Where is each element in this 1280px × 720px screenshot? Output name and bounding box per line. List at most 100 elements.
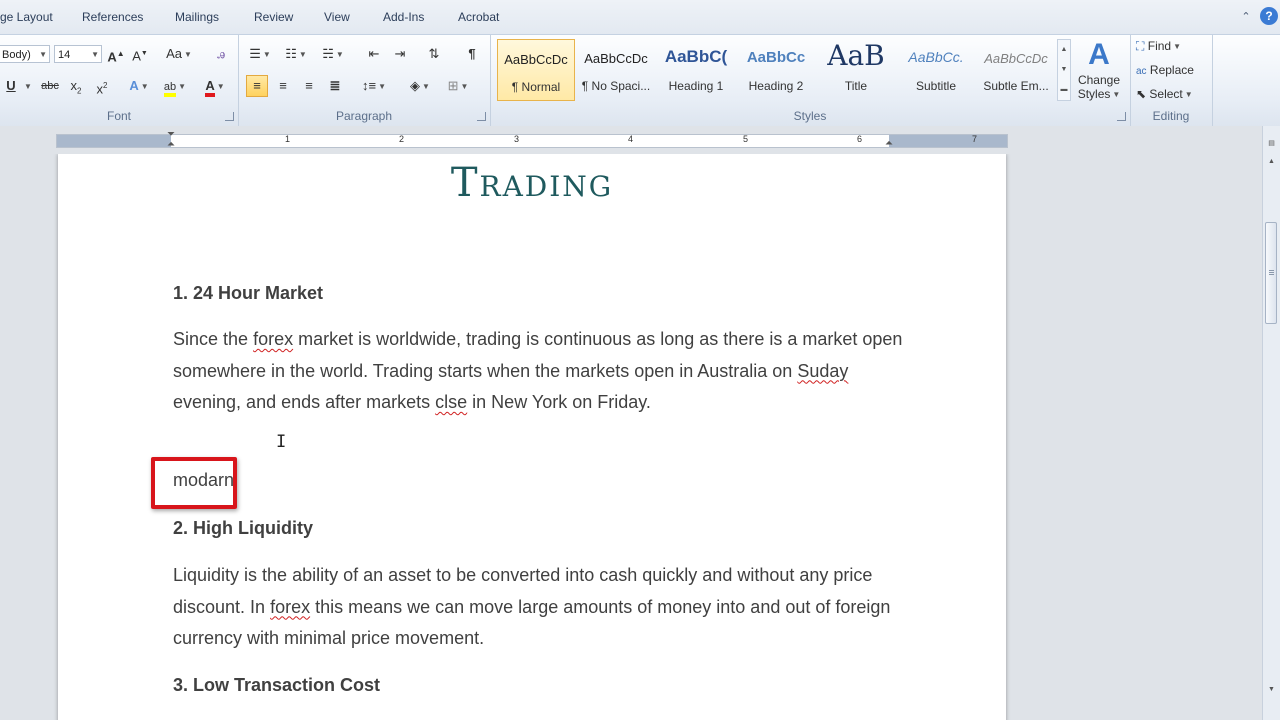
replace-label: Replace <box>1149 63 1194 77</box>
style-sample: AaBbCcDc <box>584 51 648 66</box>
style-subtle-emphasis[interactable]: AaBbCcDc Subtle Em... <box>977 39 1055 101</box>
chevron-down-icon: ▼ <box>39 50 47 59</box>
numbering-icon[interactable]: ☷ ▼ <box>280 43 312 65</box>
font-name-value: Body) <box>2 49 31 61</box>
ribbon-tab-row: ge Layout References Mailings Review Vie… <box>0 0 1280 34</box>
sort-icon[interactable]: ⇅ <box>424 43 444 65</box>
style-normal[interactable]: AaBbCcDc ¶ Normal <box>497 39 575 101</box>
misspelled-word[interactable]: Suday <box>797 361 848 381</box>
editing-group: ⛶ Find ▼ ac Replace ⬉ Select ▼ Editing <box>1130 35 1213 126</box>
change-styles-label-2: Styles <box>1077 87 1111 101</box>
line-spacing-icon[interactable]: ↕≡ ▼ <box>358 75 390 97</box>
font-size-combo[interactable]: 14 ▼ <box>54 45 102 63</box>
editing-group-label: Editing <box>1152 109 1190 123</box>
paragraph-group-label: Paragraph <box>335 109 393 123</box>
style-no-spacing[interactable]: AaBbCcDc ¶ No Spaci... <box>577 39 655 101</box>
right-margin-shade <box>889 135 1007 147</box>
style-name: Subtle Em... <box>983 79 1049 93</box>
paragraph-dialog-launcher-icon[interactable] <box>477 112 486 121</box>
ribbon: Body) ▼ 14 ▼ A▲ A▼ Aa ▼ ꭿ U ▼ abc x2 x2 A ▼ … <box>0 34 1280 127</box>
tab-acrobat[interactable]: Acrobat <box>458 10 499 24</box>
superscript-icon[interactable]: x2 <box>92 75 112 97</box>
chevron-down-icon[interactable]: ▼ <box>22 75 32 97</box>
help-icon[interactable]: ? <box>1260 7 1278 25</box>
ruler-toggle-icon[interactable]: ▤ <box>1264 136 1279 151</box>
tab-review[interactable]: Review <box>254 10 293 24</box>
replace-button[interactable]: ac Replace <box>1136 59 1212 81</box>
paragraph-high-liquidity: Liquidity is the ability of an asset to … <box>173 560 913 655</box>
shading-icon[interactable]: ◈ ▼ <box>404 75 436 97</box>
style-heading-1[interactable]: AaBbC( Heading 1 <box>657 39 735 101</box>
text-effects-icon[interactable]: A ▼ <box>124 75 154 97</box>
highlight-color-icon[interactable]: ab ▼ <box>160 75 190 97</box>
font-group-label: Font <box>106 109 131 123</box>
change-styles-button[interactable]: A Change Styles ▼ <box>1072 37 1126 105</box>
borders-icon[interactable]: ⊞ ▼ <box>442 75 474 97</box>
style-sample: AaBbCcDc <box>984 51 1048 66</box>
style-name: Title <box>844 79 868 93</box>
style-sample: AaB <box>827 39 885 72</box>
underline-icon[interactable]: U <box>4 75 18 97</box>
align-center-icon[interactable]: ≡ <box>272 75 294 97</box>
style-subtitle[interactable]: AaBbCc. Subtitle <box>897 39 975 101</box>
increase-indent-icon[interactable]: ⇥ <box>390 43 410 65</box>
tab-add-ins[interactable]: Add-Ins <box>383 10 424 24</box>
font-color-icon[interactable]: A ▼ <box>198 75 232 97</box>
text-run: Since the <box>173 329 254 349</box>
vertical-scrollbar[interactable]: ▤ ▲ ▼ <box>1262 126 1280 720</box>
hanging-indent-marker[interactable]: ⏶ <box>167 139 175 150</box>
minimize-ribbon-icon[interactable]: ⌃ <box>1238 9 1254 25</box>
horizontal-ruler[interactable]: ⏷ ⏶ ⏶ 1 2 3 4 5 6 7 <box>56 129 1008 150</box>
multilevel-list-icon[interactable]: ☵ ▼ <box>316 43 350 65</box>
document-page[interactable]: Trading 1. 24 Hour Market Since the fore… <box>58 154 1006 720</box>
scrollbar-thumb[interactable] <box>1265 222 1277 324</box>
styles-dialog-launcher-icon[interactable] <box>1117 112 1126 121</box>
change-styles-icon: A <box>1088 38 1110 71</box>
tab-mailings[interactable]: Mailings <box>175 10 219 24</box>
style-heading-2[interactable]: AaBbCc Heading 2 <box>737 39 815 101</box>
font-size-value: 14 <box>58 49 71 61</box>
strikethrough-icon[interactable]: abc <box>38 75 62 97</box>
change-styles-label: Change <box>1077 73 1121 87</box>
chevron-down-icon: ▼ <box>91 50 99 59</box>
style-sample: AaBbCc <box>746 49 806 66</box>
select-button[interactable]: ⬉ Select ▼ <box>1136 83 1212 105</box>
find-label: Find <box>1147 39 1172 53</box>
tab-page-layout[interactable]: ge Layout <box>0 10 53 24</box>
styles-group-label: Styles <box>793 109 827 123</box>
scroll-up-icon[interactable]: ▲ <box>1264 154 1279 169</box>
find-button[interactable]: ⛶ Find ▼ <box>1136 35 1208 57</box>
replace-icon: ac <box>1136 66 1147 77</box>
misspelled-word[interactable]: forex <box>270 597 310 617</box>
ruler-number: 7 <box>972 134 978 144</box>
select-label: Select <box>1149 87 1183 101</box>
show-formatting-marks-icon[interactable]: ¶ <box>462 43 482 65</box>
font-name-combo[interactable]: Body) ▼ <box>0 45 50 63</box>
styles-gallery-scroll[interactable]: ▲ ▼ ▬ <box>1057 39 1071 101</box>
style-title[interactable]: AaB Title <box>817 39 895 101</box>
binoculars-icon: ⛶ <box>1136 39 1145 53</box>
align-right-icon[interactable]: ≡ <box>298 75 320 97</box>
align-left-icon[interactable]: ≡ <box>246 75 268 97</box>
justify-icon[interactable]: ≣ <box>324 75 346 97</box>
highlighted-word[interactable]: modarn <box>173 470 234 491</box>
bullets-icon[interactable]: ☰ ▼ <box>246 43 274 65</box>
style-sample: AaBbCc. <box>908 49 964 65</box>
section-heading-low-transaction-cost: 3. Low Transaction Cost <box>173 675 381 695</box>
paragraph-group: ☰ ▼ ☷ ▼ ☵ ▼ ⇤ ⇥ ⇅ ¶ ≡ ≡ ≡ ≣ ↕≡ ▼ ◈ ▼ ⊞ ▼ Parag… <box>238 35 491 126</box>
scroll-down-icon[interactable]: ▼ <box>1264 682 1279 697</box>
right-indent-marker[interactable]: ⏶ <box>885 138 893 149</box>
change-case-icon[interactable]: Aa ▼ <box>164 43 194 65</box>
decrease-indent-icon[interactable]: ⇤ <box>364 43 384 65</box>
ruler-number: 6 <box>857 134 863 144</box>
tab-references[interactable]: References <box>82 10 143 24</box>
shrink-font-icon[interactable]: A▼ <box>130 43 150 65</box>
misspelled-word[interactable]: clse <box>435 392 467 412</box>
tab-view[interactable]: View <box>324 10 350 24</box>
misspelled-word[interactable]: forex <box>253 329 293 349</box>
grow-font-icon[interactable]: A▲ <box>106 43 126 65</box>
styles-gallery: AaBbCcDc ¶ Normal AaBbCcDc ¶ No Spaci...… <box>497 39 1057 105</box>
clear-formatting-icon[interactable]: ꭿ <box>210 43 232 65</box>
subscript-icon[interactable]: x2 <box>66 75 86 97</box>
font-dialog-launcher-icon[interactable] <box>225 112 234 121</box>
